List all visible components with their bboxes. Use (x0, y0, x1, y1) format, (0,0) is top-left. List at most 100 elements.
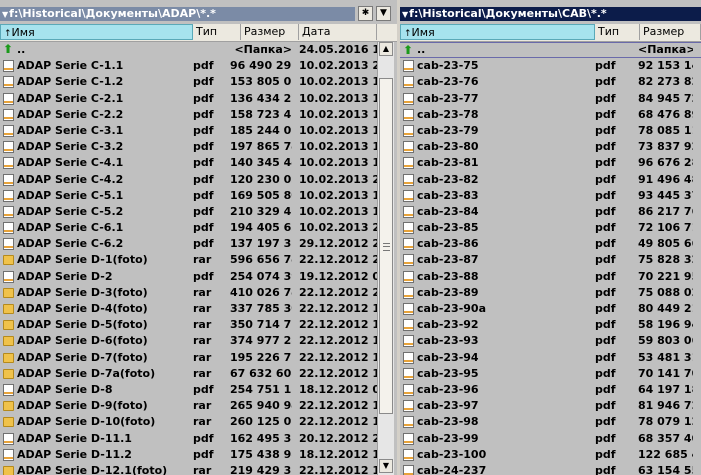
file-row[interactable]: ADAP Serie D-8 pdf 254 751 154 18.12.2012 0… (0, 382, 397, 398)
file-row[interactable]: cab-23-83 pdf 93 445 371 (400, 188, 701, 204)
file-row[interactable]: ADAP Serie C-4.2 pdf 120 230 031 10.02.2013… (0, 172, 397, 188)
file-row[interactable]: cab-23-79 pdf 78 085 112 (400, 123, 701, 139)
file-row[interactable]: cab-23-77 pdf 84 945 724 (400, 91, 701, 107)
grip-icon (383, 243, 390, 251)
file-row[interactable]: ADAP Serie D-5(foto) rar 350 714 757 22.12.… (0, 317, 397, 333)
file-date: 10.02.2013 15 (299, 156, 377, 170)
file-row[interactable]: ADAP Serie C-2.1 pdf 136 434 270 10.02.2013… (0, 91, 397, 107)
left-column-type[interactable]: Тип (193, 24, 241, 40)
file-row[interactable]: cab-23-84 pdf 86 217 760 (400, 204, 701, 220)
file-name: ADAP Serie C-1.1 (17, 59, 124, 73)
right-file-panel[interactable]: ▼f:\Historical\Документы\CAB\*.* ↑Имя Ти… (400, 0, 701, 475)
drive-dropdown-icon[interactable]: ▼ (402, 10, 408, 19)
file-type: pdf (595, 415, 616, 429)
file-row[interactable]: ADAP Serie C-3.2 pdf 197 865 742 10.02.2013… (0, 139, 397, 155)
file-type: pdf (595, 204, 616, 218)
file-row[interactable]: cab-23-89 pdf 75 088 021 (400, 285, 701, 301)
file-row[interactable]: ADAP Serie D-11.2 pdf 175 438 982 18.12.201… (0, 447, 397, 463)
file-row[interactable]: cab-23-99 pdf 68 357 406 (400, 431, 701, 447)
file-row[interactable]: ADAP Serie C-4.1 pdf 140 345 442 10.02.2013… (0, 155, 397, 171)
file-row[interactable]: ADAP Serie D-2 pdf 254 074 394 19.12.2012 0… (0, 269, 397, 285)
file-name: cab-23-89 (417, 285, 479, 299)
file-row[interactable]: cab-23-95 pdf 70 141 700 (400, 366, 701, 382)
file-row[interactable]: ADAP Serie D-6(foto) rar 374 977 281 22.12.… (0, 333, 397, 349)
file-row[interactable]: cab-23-81 pdf 96 676 280 (400, 155, 701, 171)
file-row[interactable]: ADAP Serie C-2.2 pdf 158 723 451 10.02.2013… (0, 107, 397, 123)
right-column-size[interactable]: Размер (640, 24, 701, 40)
file-name: ADAP Serie C-6.2 (17, 237, 124, 251)
file-row[interactable]: cab-23-92 pdf 58 196 940 (400, 317, 701, 333)
left-scrollbar[interactable]: ▲ ▼ (377, 42, 394, 475)
file-size: 260 125 029 (230, 415, 292, 429)
star-filter-button[interactable]: ✱ (358, 6, 373, 21)
scroll-down-button[interactable]: ▼ (379, 459, 393, 473)
file-row[interactable]: ADAP Serie C-5.2 pdf 210 329 465 10.02.2013… (0, 204, 397, 220)
file-row[interactable]: cab-23-78 pdf 68 476 898 (400, 107, 701, 123)
file-name: ADAP Serie D-3(foto) (17, 285, 148, 299)
file-row[interactable]: ADAP Serie C-5.1 pdf 169 505 801 10.02.2013… (0, 188, 397, 204)
file-row[interactable]: cab-23-82 pdf 91 496 480 (400, 172, 701, 188)
pdf-file-icon (403, 383, 414, 396)
file-row[interactable]: ADAP Serie C-6.1 pdf 194 405 632 10.02.2013… (0, 220, 397, 236)
file-row[interactable]: cab-23-75 pdf 92 153 146 (400, 58, 701, 74)
file-size: 63 154 559 (638, 463, 693, 475)
left-column-name[interactable]: ↑Имя (0, 24, 193, 40)
left-path-bar[interactable]: ▼f:\Historical\Документы\ADAP\*.* (0, 7, 355, 21)
rar-folder-icon (3, 352, 14, 363)
file-row[interactable]: ADAP Serie D-10(foto) rar 260 125 029 22.12… (0, 414, 397, 430)
file-row[interactable]: ADAP Serie C-3.1 pdf 185 244 058 10.02.2013… (0, 123, 397, 139)
scroll-thumb[interactable] (379, 78, 393, 414)
parent-dir-row[interactable]: ⬆.. <Папка> (400, 42, 701, 59)
file-row[interactable]: ADAP Serie C-1.2 pdf 153 805 050 10.02.2013… (0, 74, 397, 90)
right-column-type[interactable]: Тип (595, 24, 640, 40)
pdf-file-icon (3, 124, 14, 137)
right-column-header: ↑Имя Тип Размер (400, 24, 701, 42)
file-row[interactable]: cab-23-100 pdf 122 685 410 (400, 447, 701, 463)
file-row[interactable]: ADAP Serie D-9(foto) rar 265 940 944 22.12.… (0, 398, 397, 414)
file-row[interactable]: ADAP Serie D-3(foto) rar 410 026 749 22.12.… (0, 285, 397, 301)
file-name: cab-23-93 (417, 334, 479, 348)
file-row[interactable]: ADAP Serie D-4(foto) rar 337 785 307 22.12.… (0, 301, 397, 317)
file-row[interactable]: ADAP Serie C-6.2 pdf 137 197 354 29.12.2012… (0, 236, 397, 252)
file-row[interactable]: ADAP Serie C-1.1 pdf 96 490 292 10.02.2013 … (0, 58, 397, 74)
right-path-bar[interactable]: ▼f:\Historical\Документы\CAB\*.* (400, 7, 701, 21)
right-column-name[interactable]: ↑Имя (400, 24, 595, 40)
file-type: rar (193, 302, 212, 315)
file-row[interactable]: cab-23-86 pdf 49 805 664 (400, 236, 701, 252)
file-row[interactable]: cab-23-85 pdf 72 106 717 (400, 220, 701, 236)
left-file-panel[interactable]: ▼f:\Historical\Документы\ADAP\*.* ✱ ▼ ↑И… (0, 0, 397, 475)
left-column-size[interactable]: Размер (241, 24, 299, 40)
file-row[interactable]: cab-23-94 pdf 53 481 318 (400, 350, 701, 366)
file-name: ADAP Serie D-5(foto) (17, 318, 148, 332)
file-type: rar (193, 350, 212, 364)
file-row[interactable]: ADAP Serie D-7a(foto) rar 67 632 608 22.12.… (0, 366, 397, 382)
file-type: pdf (595, 172, 616, 186)
parent-dir-row[interactable]: ⬆.. <Папка> 24.05.2016 18 (0, 42, 397, 58)
file-row[interactable]: cab-23-80 pdf 73 837 926 (400, 139, 701, 155)
file-row[interactable]: cab-23-97 pdf 81 946 726 (400, 398, 701, 414)
file-row[interactable]: ADAP Serie D-7(foto) rar 195 226 759 22.12.… (0, 350, 397, 366)
scroll-up-button[interactable]: ▲ (379, 42, 393, 56)
file-row[interactable]: cab-24-237 pdf 63 154 559 (400, 463, 701, 475)
pdf-file-icon (403, 189, 414, 202)
file-row[interactable]: cab-23-90a pdf 80 449 219 (400, 301, 701, 317)
file-row[interactable]: cab-23-93 pdf 59 803 067 (400, 333, 701, 349)
file-date: 24.05.2016 18 (299, 43, 377, 56)
file-name: cab-23-86 (417, 237, 479, 251)
file-row[interactable]: cab-23-87 pdf 75 828 323 (400, 252, 701, 268)
file-row[interactable]: ADAP Serie D-12.1(foto) rar 219 429 321 22.… (0, 463, 397, 475)
file-row[interactable]: cab-23-96 pdf 64 197 189 (400, 382, 701, 398)
file-row[interactable]: cab-23-98 pdf 78 079 129 (400, 414, 701, 430)
file-size: 75 088 021 (638, 285, 693, 299)
file-row[interactable]: cab-23-76 pdf 82 273 829 (400, 74, 701, 90)
file-row[interactable]: ADAP Serie D-1(foto) rar 596 656 749 22.12.… (0, 252, 397, 268)
file-date: 10.02.2013 18 (299, 188, 377, 202)
drive-dropdown-icon[interactable]: ▼ (2, 10, 8, 19)
history-dropdown-button[interactable]: ▼ (376, 6, 391, 21)
left-column-date[interactable]: Дата (299, 24, 377, 40)
file-size: 68 476 898 (638, 107, 693, 121)
file-name: ADAP Serie C-3.2 (17, 140, 124, 154)
file-type: pdf (595, 431, 616, 445)
file-row[interactable]: cab-23-88 pdf 70 221 959 (400, 269, 701, 285)
file-row[interactable]: ADAP Serie D-11.1 pdf 162 495 328 20.12.201… (0, 431, 397, 447)
